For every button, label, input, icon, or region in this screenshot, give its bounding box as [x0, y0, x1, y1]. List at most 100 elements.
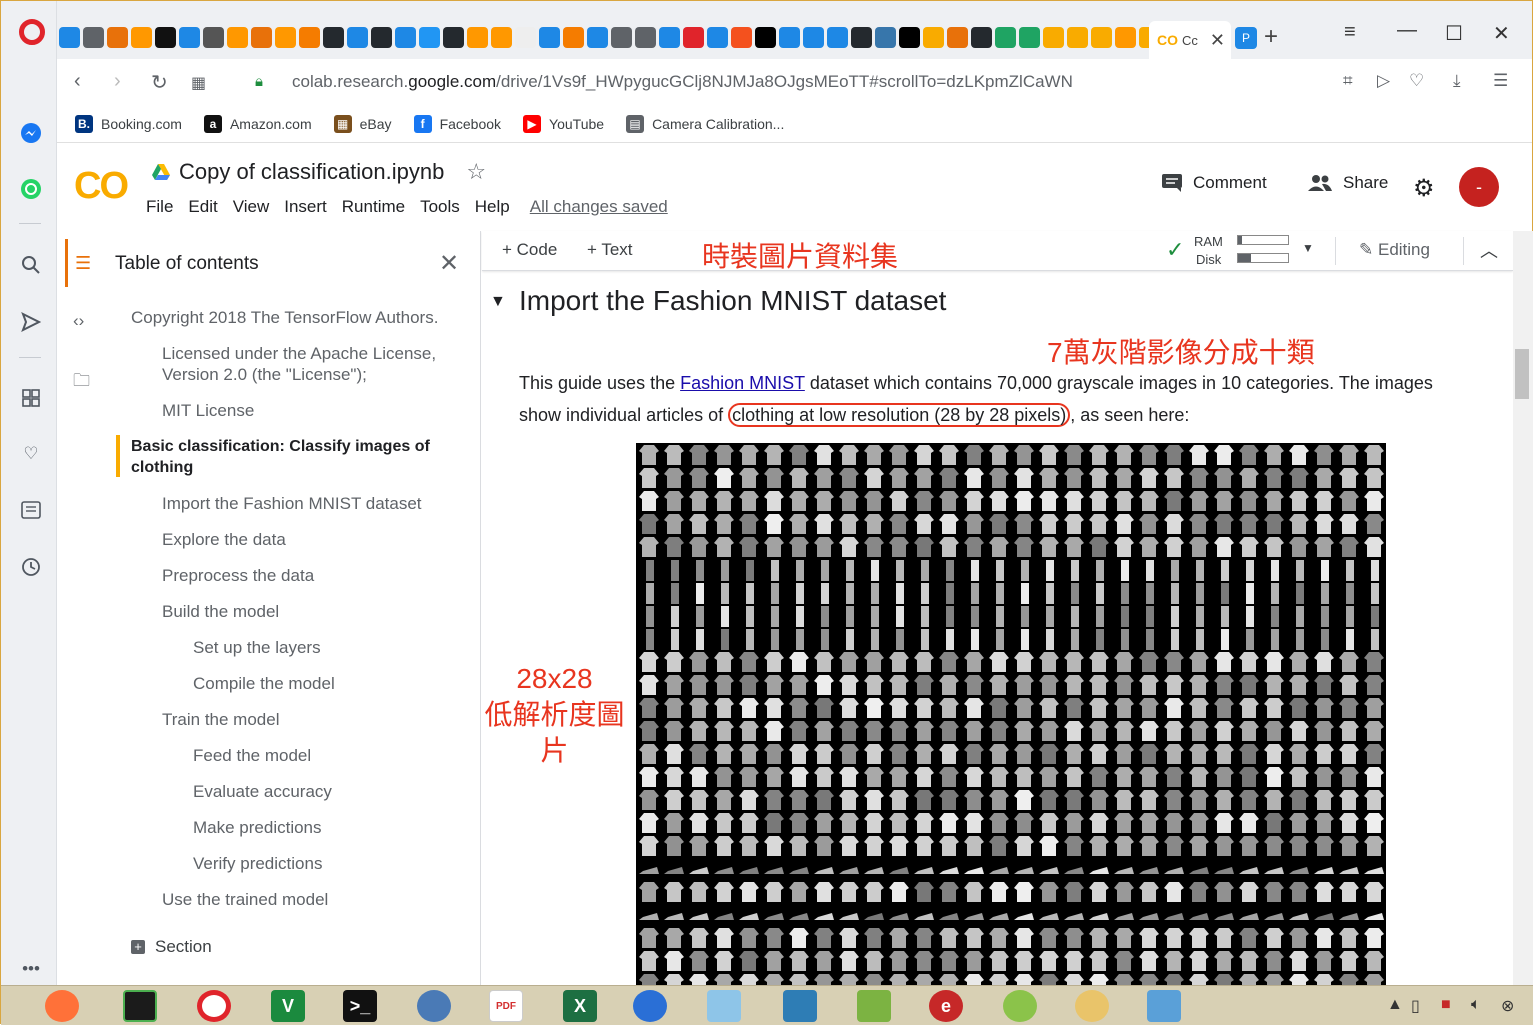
search-icon[interactable] [19, 253, 43, 277]
whatsapp-icon[interactable] [19, 177, 43, 201]
vim-taskbar-icon[interactable]: V [271, 990, 305, 1022]
tray-expand-icon[interactable]: ▲ [1387, 996, 1403, 1014]
menu-item[interactable]: Help [475, 197, 510, 217]
reader-taskbar-icon[interactable] [783, 990, 817, 1022]
tab-close-icon[interactable]: ✕ [1210, 30, 1225, 51]
ie-app-taskbar-icon[interactable]: e [929, 990, 963, 1022]
toc-close-icon[interactable]: ✕ [439, 249, 459, 278]
colab-logo[interactable]: CO [74, 165, 129, 208]
fashion-mnist-link[interactable]: Fashion MNIST [680, 373, 805, 393]
files-folder-icon[interactable]: 🗀︎ [73, 368, 90, 397]
section-collapse-caret-icon[interactable]: ▼ [490, 293, 506, 311]
notebook-title[interactable]: Copy of classification.ipynb [179, 159, 444, 185]
toc-entry[interactable]: Explore the data [162, 529, 455, 550]
save-status-link[interactable]: All changes saved [530, 197, 668, 217]
avatar[interactable]: - [1459, 167, 1499, 207]
url-field[interactable]: colab.research.google.com/drive/1Vs9f_HW… [292, 72, 1073, 92]
minimize-icon[interactable]: — [1397, 19, 1417, 42]
android-studio-taskbar-icon[interactable] [1003, 990, 1037, 1022]
pdf-taskbar-icon[interactable]: PDF [489, 990, 523, 1022]
news-icon[interactable] [19, 498, 43, 522]
opera-logo-icon[interactable] [19, 19, 45, 45]
easy-setup-icon[interactable]: ☰ [1493, 71, 1508, 91]
messenger-icon[interactable] [19, 121, 43, 145]
maximize-icon[interactable]: ☐ [1445, 21, 1463, 46]
bookmark-item[interactable]: a Amazon.com [203, 114, 312, 133]
menu-item[interactable]: Edit [188, 197, 217, 217]
toc-entry[interactable]: Build the model [162, 601, 455, 622]
tab-menu-icon[interactable]: ≡ [1344, 21, 1356, 44]
toc-list-icon[interactable]: ☰ [75, 253, 91, 274]
toc-entry[interactable]: Import the Fashion MNIST dataset [162, 493, 455, 514]
more-icon[interactable]: ••• [19, 957, 43, 981]
download-icon[interactable]: ⤓ [1453, 71, 1461, 91]
resource-monitor[interactable]: RAM Disk [1194, 233, 1223, 269]
pinned-tab-favicons[interactable] [59, 27, 1160, 48]
bookmark-item[interactable]: ▶ YouTube [523, 114, 604, 133]
menu-item[interactable]: File [146, 197, 173, 217]
flow-send-icon[interactable]: ▷ [1377, 71, 1390, 91]
notebook-scrollbar[interactable] [1513, 231, 1533, 985]
tray-app-icon[interactable]: ■ [1441, 996, 1451, 1014]
toc-entry[interactable]: Make predictions [193, 817, 455, 838]
add-text-button[interactable]: + Text [587, 240, 633, 260]
menu-item[interactable]: Insert [284, 197, 327, 217]
thunderbird-taskbar-icon[interactable] [417, 990, 451, 1022]
toc-entry[interactable]: Feed the model [193, 745, 455, 766]
snapshot-icon[interactable]: ⌗ [1343, 71, 1353, 91]
toc-entry[interactable]: Set up the layers [193, 637, 455, 658]
photos-taskbar-icon[interactable] [1147, 990, 1181, 1022]
heart-icon[interactable]: ♡ [19, 442, 43, 466]
google-drive-icon[interactable] [151, 163, 171, 181]
code-snippets-icon[interactable]: ‹› [73, 311, 84, 331]
bookmark-item[interactable]: ▤ Camera Calibration... [626, 114, 784, 133]
back-icon[interactable]: ‹ [74, 70, 81, 93]
send-icon[interactable] [19, 310, 43, 334]
add-code-button[interactable]: + Code [502, 240, 557, 260]
settings-gear-icon[interactable]: ⚙ [1413, 174, 1435, 203]
toc-entry[interactable]: Copyright 2018 The TensorFlow Authors. [131, 307, 455, 328]
excel-taskbar-icon[interactable]: X [563, 990, 597, 1022]
bookmark-item[interactable]: ▦ eBay [333, 114, 392, 133]
close-window-icon[interactable]: ✕ [1493, 21, 1510, 46]
toc-entry[interactable]: MIT License [162, 400, 455, 421]
speed-dial-icon[interactable] [19, 386, 43, 410]
new-tab-icon[interactable]: + [1264, 23, 1278, 51]
terminal-app-taskbar-icon[interactable] [123, 990, 157, 1022]
scrollbar-thumb[interactable] [1515, 349, 1529, 399]
comment-button[interactable]: Comment [1161, 173, 1267, 193]
app-taskbar-icon[interactable] [633, 990, 667, 1022]
toc-entry[interactable]: Licensed under the Apache License, Versi… [162, 343, 455, 385]
volume-icon[interactable]: 🔈︎ [1471, 996, 1481, 1014]
device-taskbar-icon[interactable] [857, 990, 891, 1022]
lock-icon[interactable]: 🔒︎ [255, 73, 263, 90]
paint-taskbar-icon[interactable] [1075, 990, 1109, 1022]
editing-mode-button[interactable]: ✎ Editing [1359, 240, 1430, 260]
resources-dropdown-icon[interactable]: ▼ [1302, 241, 1314, 255]
bookmark-heart-icon[interactable]: ♡ [1409, 71, 1424, 91]
toc-entry[interactable]: Use the trained model [162, 889, 455, 910]
pinned-tab-icon[interactable]: P [1235, 27, 1257, 49]
toc-entry[interactable]: Verify predictions [193, 853, 455, 874]
tray-close-icon[interactable]: ⊗ [1501, 996, 1514, 1016]
menu-item[interactable]: Runtime [342, 197, 405, 217]
menu-item[interactable]: View [233, 197, 270, 217]
tab-active[interactable]: CO Cc ✕ [1149, 21, 1231, 59]
bookmark-item[interactable]: f Facebook [413, 114, 501, 133]
reload-icon[interactable]: ↻ [151, 70, 168, 95]
forward-icon[interactable]: › [114, 70, 121, 93]
add-section-button[interactable]: + Section [131, 937, 212, 957]
toc-entry[interactable]: Train the model [162, 709, 455, 730]
star-icon[interactable]: ☆ [466, 159, 486, 185]
tabs-grid-icon[interactable]: ▦ [191, 73, 206, 93]
menu-item[interactable]: Tools [420, 197, 460, 217]
history-icon[interactable] [19, 555, 43, 579]
share-button[interactable]: Share [1307, 173, 1388, 193]
collapse-chevron-up-icon[interactable]: ︿ [1480, 237, 1498, 263]
toc-entry[interactable]: Basic classification: Classify images of… [131, 436, 455, 478]
notepad-taskbar-icon[interactable] [707, 990, 741, 1022]
toc-entry[interactable]: Preprocess the data [162, 565, 455, 586]
tray-device-icon[interactable]: ▯ [1411, 996, 1420, 1016]
toc-entry[interactable]: Evaluate accuracy [193, 781, 455, 802]
opera-taskbar-icon[interactable] [197, 990, 231, 1022]
